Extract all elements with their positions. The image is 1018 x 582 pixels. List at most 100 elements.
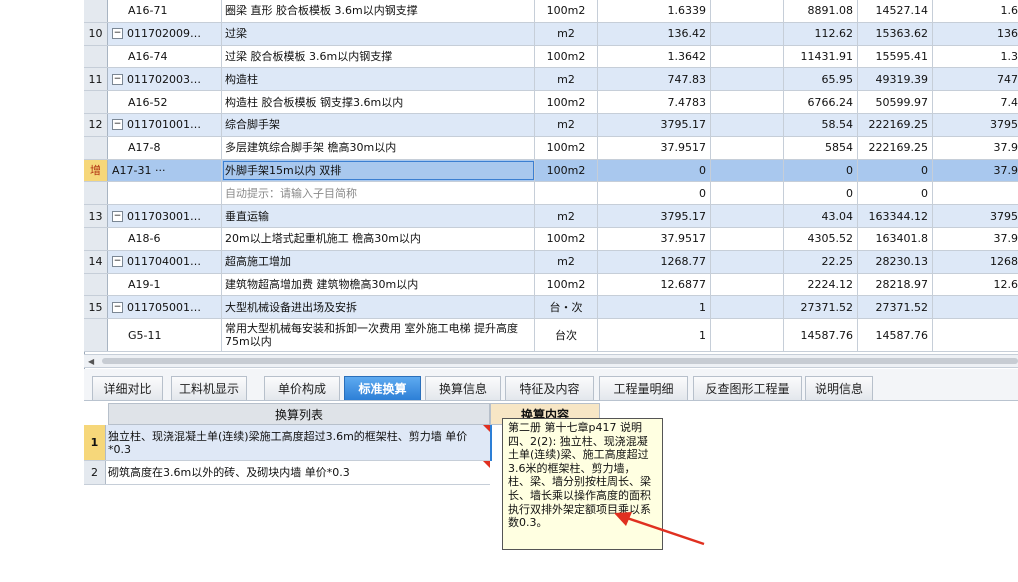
item-code[interactable]: A17-8 [108,136,222,159]
list-item-group[interactable]: 11−011702003… 构造柱 m2 747.83 65.95 49319.39 747 [84,68,1018,92]
item-extra: 12.6 [933,274,1018,296]
item-name[interactable]: 圈梁 直形 胶合板模板 3.6m以内钢支撑 [222,0,535,22]
list-item-group[interactable]: 15−011705001… 大型机械设备进出场及安拆 台・次 1 27371.52 273… [84,296,1018,320]
collapse-icon[interactable]: − [112,28,123,40]
tab-4[interactable]: 标准换算 [344,376,421,400]
item-name-text: 自动提示：请输入子目简称 [225,186,357,200]
table-row[interactable]: A16-52 构造柱 胶合板模板 钢支撑3.6m以内 100m2 7.4783 6766… [84,91,1018,114]
collapse-icon[interactable]: − [112,210,123,222]
item-code[interactable]: A19-1 [108,273,222,296]
row-number: 11 [84,68,108,91]
table-row[interactable]: A18-6 20m以上塔式起重机施工 檐高30m以内 100m2 37.9517 430… [84,227,1018,251]
item-total: 28218.97 [858,273,933,296]
row-number: 14 [84,250,108,273]
item-code[interactable]: −011701001… [108,113,222,136]
comment-marker-icon [483,425,490,432]
row-number [84,136,108,159]
conversion-list-header: 换算列表 [108,403,490,425]
item-name[interactable]: 超高施工增加 [222,250,535,273]
item-code[interactable]: −011704001… [108,250,222,273]
item-unit-price-text: 14587.76 [800,328,854,342]
item-name-text: 垂直运输 [225,209,269,223]
item-total-text: 28218.97 [875,277,929,291]
row-number: 增 [84,159,108,182]
item-code[interactable]: A16-74 [108,45,222,68]
item-total: 222169.25 [858,136,933,159]
list-item-group[interactable]: 10−011702009… 过梁 m2 136.42 112.62 15363.62 136 [84,22,1018,46]
item-code[interactable]: A18-6 [108,227,222,250]
scroll-thumb[interactable] [102,358,1018,364]
blank-cell [711,68,784,91]
item-name[interactable]: 20m以上塔式起重机施工 檐高30m以内 [222,227,535,250]
tab-5[interactable]: 换算信息 [425,376,501,400]
collapse-icon[interactable]: − [112,73,123,85]
item-total-text: 50599.97 [875,95,929,109]
item-name[interactable]: 建筑物超高增加费 建筑物檐高30m以内 [222,273,535,296]
item-unit-price: 0 [784,182,858,205]
item-name[interactable]: 大型机械设备进出场及安拆 [222,296,535,319]
item-code[interactable]: −011703001… [108,205,222,227]
table-row[interactable]: A16-74 过梁 胶合板模板 3.6m以内钢支撑 100m2 1.3642 11431… [84,45,1018,69]
tab-8[interactable]: 反查图形工程量 [693,376,802,400]
row-number: 12 [84,113,108,136]
item-quantity: 12.6877 [598,273,711,296]
conversion-row[interactable]: 2 砌筑高度在3.6m以外的砖、及砌块内墙 单价*0.3 [84,461,490,485]
item-name[interactable]: 垂直运输 [222,205,535,227]
item-unit-price-text: 27371.52 [800,300,854,314]
item-name[interactable]: 多层建筑综合脚手架 檐高30m以内 [222,136,535,159]
item-code[interactable]: −011705001… [108,296,222,319]
item-name[interactable]: 综合脚手架 [222,113,535,136]
item-name[interactable]: 过梁 [222,22,535,45]
item-name[interactable]: 常用大型机械每安装和拆卸一次费用 室外施工电梯 提升高度75m以内 [222,319,535,352]
row-number: 2 [84,461,106,484]
item-extra [933,296,1018,318]
item-code[interactable]: A17-31 ··· [108,159,222,182]
list-item-group[interactable]: 12−011701001… 综合脚手架 m2 3795.17 58.54 222169.2… [84,113,1018,137]
tab-9[interactable]: 说明信息 [805,376,873,400]
item-extra: 1.6 [933,0,1018,22]
item-code[interactable]: −011702003… [108,68,222,91]
table-row[interactable]: G5-11 常用大型机械每安装和拆卸一次费用 室外施工电梯 提升高度75m以内 台次… [84,319,1018,353]
collapse-icon[interactable]: − [112,256,123,268]
blank-cell [711,273,784,296]
item-code[interactable]: A16-52 [108,91,222,113]
item-quantity-text: 1 [699,328,706,342]
item-extra [933,319,1018,351]
item-unit-price: 2224.12 [784,273,858,296]
item-total-text: 0 [921,163,928,177]
table-row[interactable]: 增 A17-31 ··· 外脚手架15m以内 双排 100m2 0 0 0 37.9 [84,159,1018,183]
scroll-left-icon[interactable]: ◀ [88,357,94,366]
item-unit-price: 58.54 [784,113,858,136]
tab-6[interactable]: 特征及内容 [505,376,594,400]
table-row[interactable]: A16-71 圈梁 直形 胶合板模板 3.6m以内钢支撑 100m2 1.6339 88… [84,0,1018,23]
item-code[interactable]: A16-71 [108,0,222,22]
tab-3[interactable]: 单价构成 [264,376,340,400]
budget-grid: A16-71 圈梁 直形 胶合板模板 3.6m以内钢支撑 100m2 1.6339 88… [84,0,1018,354]
table-row[interactable]: A19-1 建筑物超高增加费 建筑物檐高30m以内 100m2 12.6877 2224… [84,273,1018,297]
list-item-group[interactable]: 14−011704001… 超高施工增加 m2 1268.77 22.25 28230.1… [84,250,1018,274]
item-code[interactable] [108,182,222,205]
tab-7[interactable]: 工程量明细 [599,376,688,400]
table-row[interactable]: A17-8 多层建筑综合脚手架 檐高30m以内 100m2 37.9517 5854 22… [84,136,1018,160]
item-code-text: A18-6 [128,232,161,246]
tab-1[interactable]: 详细对比 [92,376,163,400]
collapse-icon[interactable]: − [112,119,123,131]
conversion-row[interactable]: 1 独立柱、现浇混凝土单(连续)梁施工高度超过3.6m的框架柱、剪力墙 单价*0… [84,425,490,461]
blank-cell [711,22,784,45]
item-name[interactable]: 过梁 胶合板模板 3.6m以内钢支撑 [222,45,535,68]
item-name[interactable]: 外脚手架15m以内 双排 [222,159,535,182]
tab-2[interactable]: 工料机显示 [171,376,247,400]
item-code[interactable]: G5-11 [108,319,222,352]
item-code[interactable]: −011702009… [108,22,222,45]
item-name[interactable]: 自动提示：请输入子目简称 [222,182,535,205]
item-unit: 100m2 [535,227,598,250]
item-name[interactable]: 构造柱 [222,68,535,91]
blank-cell [711,250,784,273]
collapse-icon[interactable]: − [112,301,123,313]
table-row[interactable]: 自动提示：请输入子目简称 0 0 0 [84,182,1018,206]
item-unit-price: 65.95 [784,68,858,91]
item-name[interactable]: 构造柱 胶合板模板 钢支撑3.6m以内 [222,91,535,113]
horizontal-scrollbar[interactable]: ◀ [84,354,1018,368]
list-item-group[interactable]: 13−011703001… 垂直运输 m2 3795.17 43.04 163344.12… [84,205,1018,228]
blank-cell [711,113,784,136]
